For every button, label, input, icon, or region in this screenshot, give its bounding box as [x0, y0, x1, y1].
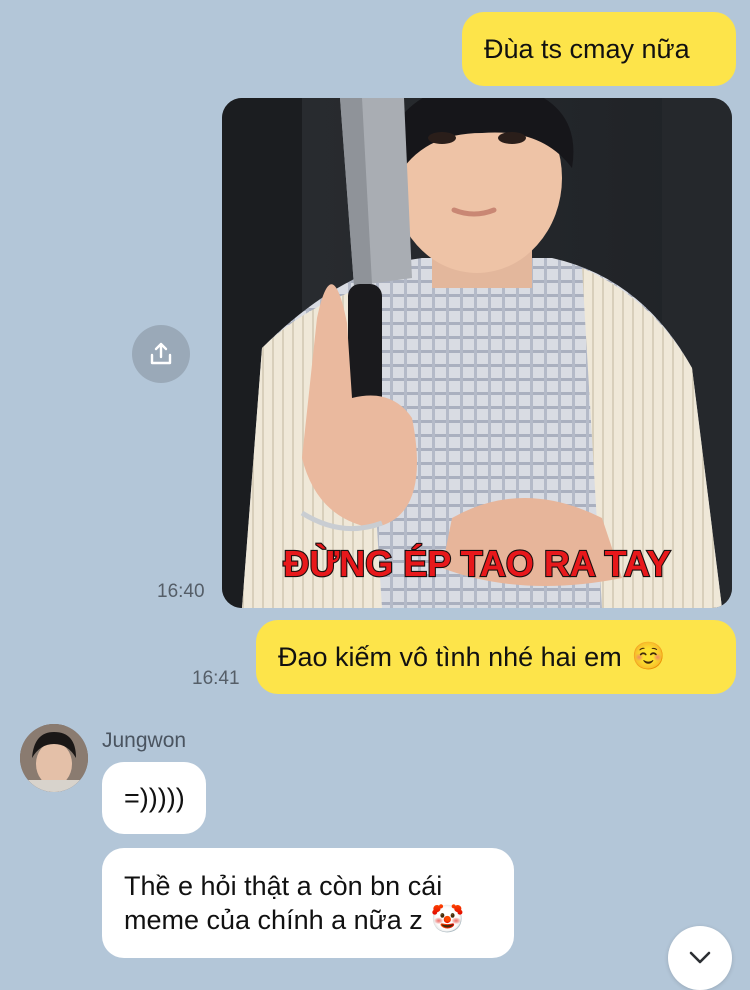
message-bubble-incoming[interactable]: =))))) [102, 762, 206, 834]
relieved-face-emoji: ☺️ [631, 641, 666, 672]
message-text-line: Thề e hỏi thật a còn bn cái [124, 871, 443, 901]
sender-name: Jungwon [102, 729, 187, 752]
message-text-line: meme của chính a nữa z [124, 905, 423, 935]
timestamp: 16:41 [192, 668, 240, 689]
clown-face-emoji: 🤡 [430, 904, 465, 935]
message-bubble-incoming[interactable]: Thề e hỏi thật a còn bn cái meme của chí… [102, 848, 514, 958]
avatar[interactable] [20, 724, 88, 792]
avatar-photo [20, 724, 88, 792]
message-bubble-outgoing[interactable]: Đùa ts cmay nữa [462, 12, 736, 86]
meme-photo: ĐỪNG ÉP TAO RA TAY [222, 98, 732, 608]
message-bubble-outgoing[interactable]: Đao kiếm vô tình nhé hai em ☺️ [256, 620, 736, 694]
message-text: Đùa ts cmay nữa [484, 34, 690, 64]
meme-caption: ĐỪNG ÉP TAO RA TAY [283, 542, 670, 584]
message-text: Đao kiếm vô tình nhé hai em [278, 642, 622, 672]
share-icon [150, 342, 172, 365]
chevron-down-icon [689, 951, 711, 964]
image-message[interactable]: ĐỪNG ÉP TAO RA TAY [222, 98, 732, 608]
scroll-to-bottom-button[interactable] [668, 926, 732, 990]
share-button[interactable] [132, 325, 190, 383]
message-text: =))))) [124, 783, 185, 813]
timestamp: 16:40 [157, 581, 205, 602]
